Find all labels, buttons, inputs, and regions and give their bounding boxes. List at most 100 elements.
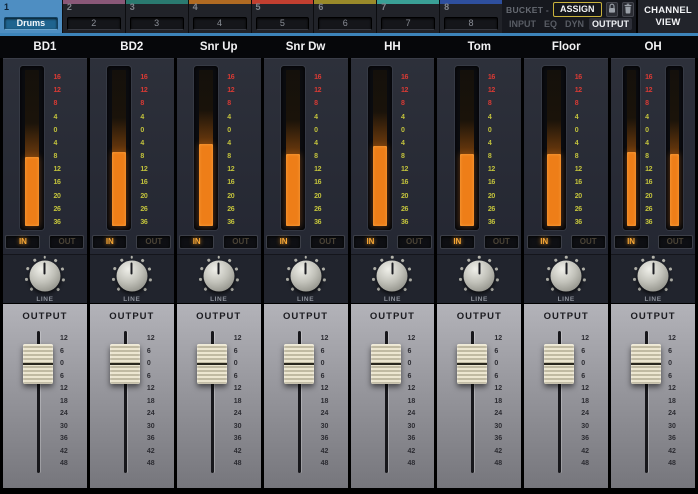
out-button[interactable]: OUT <box>310 234 346 249</box>
knob-tick-dot <box>372 278 376 282</box>
fader-area: 12 6 0 6 12 18 24 30 36 42 48 <box>264 326 348 488</box>
view-mode-input[interactable]: INPUT <box>506 18 539 30</box>
line-knob-section: LINE <box>176 254 261 303</box>
channel-strip-1: 16 12 8 4 0 4 8 12 16 20 26 36 IN OUT LINE OUTPUT 12 6 0 6 1… <box>3 58 87 488</box>
meter-scale-label: 16 <box>140 179 148 187</box>
knob-tick-dot <box>25 267 30 271</box>
channel-name-5[interactable]: HH <box>351 36 435 58</box>
knob-tick-dot <box>651 255 655 259</box>
meter-scale-label: 8 <box>227 153 231 161</box>
in-button[interactable]: IN <box>179 234 215 249</box>
bucket-tab-3[interactable]: 33 <box>125 0 188 33</box>
out-button[interactable]: OUT <box>570 234 606 249</box>
bucket-tab-4[interactable]: 44 <box>188 0 251 33</box>
meter-scale-label: 20 <box>227 192 235 200</box>
channel-name-7[interactable]: Floor <box>524 36 608 58</box>
line-knob-wrap <box>108 255 156 296</box>
line-knob[interactable] <box>116 260 148 292</box>
fader-scale-label: 48 <box>146 460 155 467</box>
fader-cap[interactable] <box>457 344 488 384</box>
line-knob[interactable] <box>550 260 582 292</box>
in-button[interactable]: IN <box>526 234 562 249</box>
out-button[interactable]: OUT <box>483 234 519 249</box>
bucket-tab-1[interactable]: 1 Drums <box>0 0 62 33</box>
meter-scale-label: 26 <box>400 205 409 213</box>
channel-name-3[interactable]: Snr Up <box>177 36 261 58</box>
knob-tick-dot <box>582 267 586 271</box>
in-button[interactable]: IN <box>439 234 475 249</box>
fader-cap[interactable] <box>283 344 314 384</box>
tab-name-field[interactable]: 2 <box>66 17 121 30</box>
channel-name-6[interactable]: Tom <box>437 36 521 58</box>
in-button[interactable]: IN <box>352 234 388 249</box>
channel-view-button[interactable]: CHANNEL VIEW <box>636 0 698 33</box>
fader-cap[interactable] <box>109 344 140 384</box>
fader-cap[interactable] <box>23 344 53 384</box>
tab-name-field[interactable]: 8 <box>444 17 498 30</box>
channel-name-1[interactable]: BD1 <box>3 36 87 58</box>
fader-scale-label: 24 <box>407 410 416 417</box>
tab-name-field[interactable]: 5 <box>255 17 310 30</box>
out-button[interactable]: OUT <box>49 234 85 249</box>
channel-strip-6: 16 12 8 4 0 4 8 12 16 20 26 36 IN OUT LINE OUTPUT 12 6 0 6 1… <box>437 58 522 488</box>
line-knob[interactable] <box>29 260 61 292</box>
line-knob[interactable] <box>376 260 408 292</box>
tab-name-field[interactable]: 6 <box>318 17 373 30</box>
line-knob[interactable] <box>637 260 669 292</box>
lock-button[interactable] <box>605 2 618 17</box>
meter-scale-label: 12 <box>53 87 61 95</box>
fader-cap[interactable] <box>631 344 662 384</box>
bucket-tab-6[interactable]: 66 <box>314 0 377 33</box>
tab-color-stripe <box>62 0 125 4</box>
fader-cap[interactable] <box>196 344 227 384</box>
meter-scale-label: 0 <box>314 126 318 134</box>
assign-button[interactable]: ASSIGN <box>553 2 602 17</box>
in-button[interactable]: IN <box>613 234 649 249</box>
output-section: OUTPUT 12 6 0 6 12 18 24 30 36 42 48 <box>524 303 609 488</box>
view-mode-eq[interactable]: EQ <box>541 18 560 30</box>
bucket-tab-5[interactable]: 55 <box>251 0 314 33</box>
bucket-tab-7[interactable]: 77 <box>377 0 440 33</box>
channel-names-row: BD1 BD2 Snr Up Snr Dw HH Tom Floor OH <box>0 36 698 58</box>
knob-tick-dot <box>488 258 492 262</box>
meter-scale-label: 0 <box>227 126 231 134</box>
channel-strip-3: 16 12 8 4 0 4 8 12 16 20 26 36 IN OUT LINE OUTPUT 12 6 0 6 1… <box>176 58 261 488</box>
meter-scale-label: 20 <box>53 192 61 200</box>
tab-name-field[interactable]: Drums <box>4 17 58 30</box>
bucket-tab-8[interactable]: 88 <box>440 0 502 33</box>
channel-name-8[interactable]: OH <box>611 36 695 58</box>
tab-name-field[interactable]: 4 <box>192 17 247 30</box>
view-mode-output[interactable]: OUTPUT <box>588 18 632 30</box>
output-section: OUTPUT 12 6 0 6 12 18 24 30 36 42 48 <box>176 303 261 488</box>
fader-scale-label: 12 <box>581 335 590 342</box>
line-knob[interactable] <box>463 260 495 292</box>
line-knob-section: LINE <box>524 254 609 303</box>
fader-scale-label: 12 <box>60 335 68 342</box>
in-button[interactable]: IN <box>92 234 128 249</box>
out-button[interactable]: OUT <box>136 234 172 249</box>
out-button[interactable]: OUT <box>657 234 693 249</box>
out-button[interactable]: OUT <box>223 234 259 249</box>
meter-scale-label: 16 <box>314 74 322 81</box>
tab-name-field[interactable]: 3 <box>129 17 184 30</box>
bucket-tab-2[interactable]: 22 <box>62 0 125 33</box>
trash-button[interactable] <box>621 2 634 17</box>
tab-name-field[interactable]: 7 <box>381 17 436 30</box>
view-mode-dyn[interactable]: DYN <box>562 18 587 30</box>
fader-cap[interactable] <box>544 344 575 384</box>
fader-cap[interactable] <box>370 344 401 384</box>
out-button[interactable]: OUT <box>396 234 432 249</box>
fader-scale-label: 30 <box>581 422 590 430</box>
fader-scale-label: 18 <box>320 397 329 405</box>
channel-name-4[interactable]: Snr Dw <box>264 36 348 58</box>
in-button[interactable]: IN <box>266 234 302 249</box>
line-knob[interactable] <box>203 260 235 292</box>
fader-scale-label: 36 <box>60 435 68 442</box>
fader-scale-label: 6 <box>494 347 499 355</box>
in-button[interactable]: IN <box>5 234 41 249</box>
line-knob[interactable] <box>290 260 322 292</box>
fader-scale-label: 42 <box>668 447 676 455</box>
fader-scale-label: 12 <box>320 385 329 392</box>
channel-name-2[interactable]: BD2 <box>90 36 174 58</box>
tab-color-stripe <box>314 0 377 4</box>
